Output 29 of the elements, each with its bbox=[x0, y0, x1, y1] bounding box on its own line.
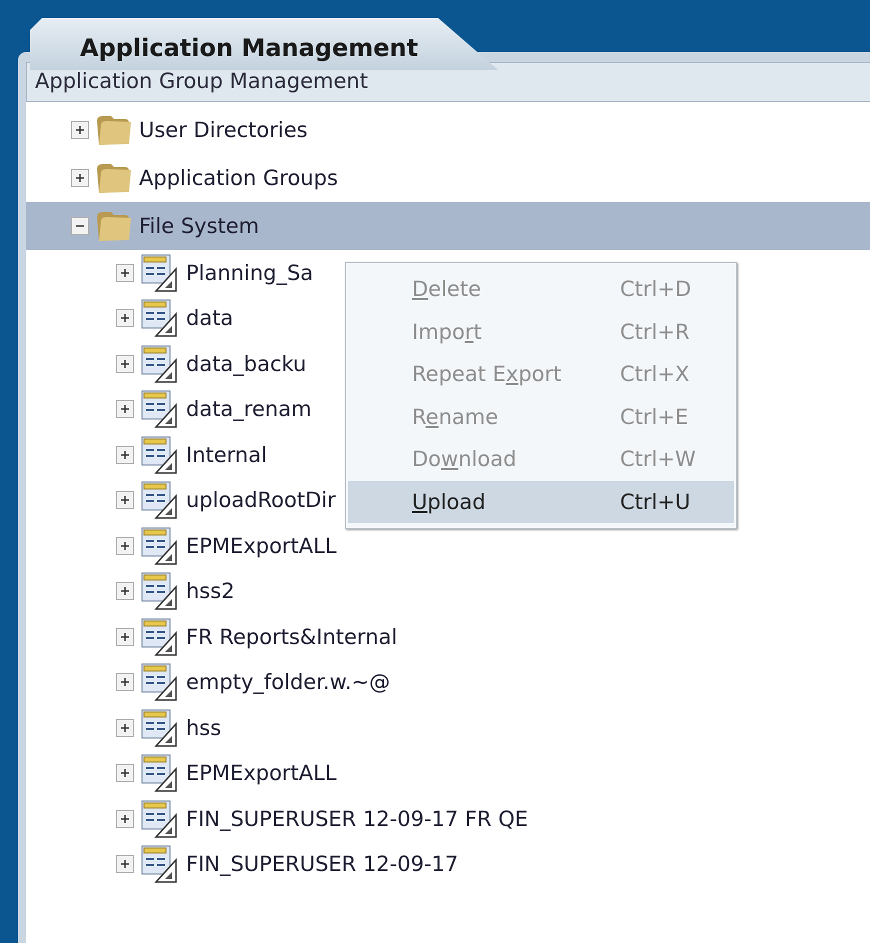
menu-item-label: Upload bbox=[412, 490, 487, 514]
tree-item-label: Internal bbox=[186, 442, 267, 467]
menu-item-label: Import bbox=[412, 320, 483, 344]
tree-item-label: FR Reports&Internal bbox=[186, 624, 398, 649]
menu-item-label: Rename bbox=[412, 404, 500, 429]
tree-item-label: File System bbox=[139, 214, 260, 238]
tree-item-label: empty_folder.w.~@ bbox=[186, 670, 390, 694]
tree-item-label: User Directories bbox=[139, 118, 308, 142]
tree-item-label: data_renam bbox=[186, 397, 312, 422]
shortcut-label: Ctrl+X bbox=[620, 362, 690, 386]
tree-item-label: Planning_Sa bbox=[186, 260, 314, 285]
menu-item-label: Delete bbox=[412, 277, 482, 302]
tree-item-label: FIN_SUPERUSER 12-09-17 bbox=[186, 852, 458, 876]
tree-item-label: EPMExportALL bbox=[186, 761, 337, 786]
tree-item-label: hss bbox=[186, 716, 222, 740]
shortcut-label: Ctrl+E bbox=[620, 404, 688, 429]
tree-item-label: hss2 bbox=[186, 579, 235, 604]
tree-item-label: data_backu bbox=[186, 352, 306, 376]
tree-item-label: data bbox=[186, 306, 234, 330]
tree-item-label: Application Groups bbox=[139, 166, 338, 190]
shortcut-label: Ctrl+W bbox=[620, 447, 696, 472]
shortcut-label: Ctrl+U bbox=[620, 490, 690, 514]
shortcut-label: Ctrl+D bbox=[620, 277, 692, 302]
tree-item-label: EPMExportALL bbox=[186, 534, 337, 558]
shortcut-label: Ctrl+R bbox=[620, 320, 690, 344]
menu-item-label: Repeat Export bbox=[412, 362, 562, 386]
tree-item-label: uploadRootDir bbox=[186, 488, 336, 512]
menu-item-label: Download bbox=[412, 447, 518, 472]
tree-item-label: FIN_SUPERUSER 12-09-17 FR QE bbox=[186, 806, 528, 831]
